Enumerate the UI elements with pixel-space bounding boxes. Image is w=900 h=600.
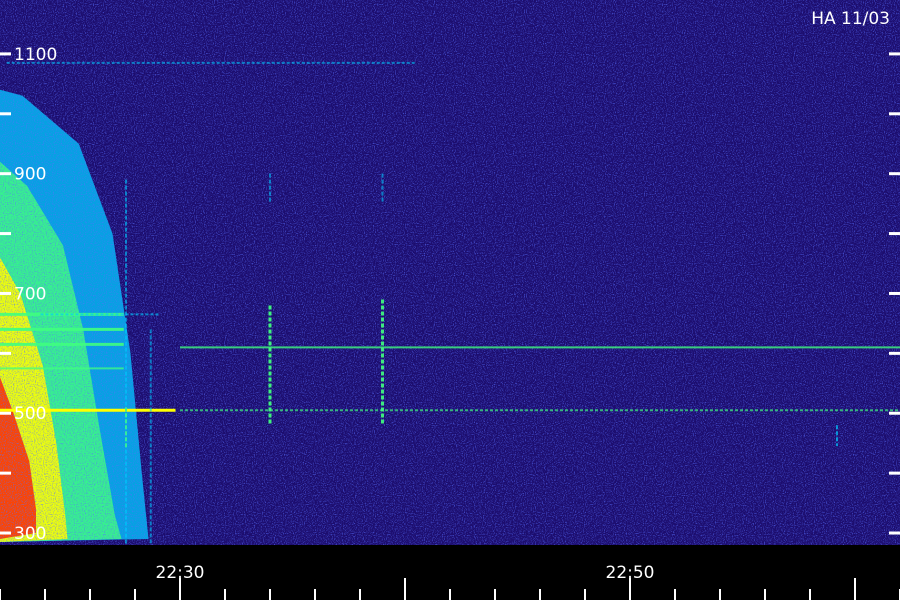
y-tick-right-700 [889,291,900,295]
x-tick-32 [224,589,226,600]
x-tick-54 [719,589,721,600]
y-tick-right-1100 [889,52,900,56]
noise-texture [0,0,900,545]
x-tick-label-50: 22:50 [606,563,655,583]
x-tick-40 [404,578,406,600]
y-tick-left-300 [0,531,11,535]
y-tick-left-1100 [0,52,11,56]
y-tick-right-800 [889,232,900,236]
x-tick-label-30: 22:30 [156,563,205,583]
y-tick-label-700: 700 [14,284,46,304]
x-tick-36 [314,589,316,600]
spectrogram-chart: 1100900700500300 22:1022:3022:50 HA 11/0… [0,0,900,600]
y-tick-label-500: 500 [14,404,46,424]
chart-title: HA 11/03 [811,9,890,29]
y-tick-right-400 [889,471,900,475]
y-tick-right-1000 [889,112,900,116]
y-tick-right-500 [889,411,900,415]
y-tick-left-800 [0,232,11,236]
x-tick-24 [44,589,46,600]
x-tick-60 [854,578,856,600]
y-tick-right-600 [889,351,900,355]
y-tick-left-500 [0,411,11,415]
x-tick-38 [359,589,361,600]
x-tick-46 [539,589,541,600]
x-tick-56 [764,589,766,600]
y-tick-label-900: 900 [14,165,46,185]
spectrogram-view: 1100900700500300 22:1022:3022:50 HA 11/0… [0,0,900,600]
x-tick-44 [494,589,496,600]
y-tick-label-1100: 1100 [14,45,57,65]
x-tick-42 [449,589,451,600]
x-tick-34 [269,589,271,600]
y-tick-left-700 [0,291,11,295]
y-tick-right-300 [889,531,900,535]
y-tick-left-900 [0,172,11,176]
y-tick-left-1000 [0,112,11,116]
y-tick-left-400 [0,471,11,475]
y-tick-label-300: 300 [14,524,46,544]
x-tick-26 [89,589,91,600]
x-tick-28 [134,589,136,600]
x-tick-58 [809,589,811,600]
y-tick-right-900 [889,172,900,176]
x-tick-22 [0,589,1,600]
x-tick-48 [584,589,586,600]
y-tick-left-600 [0,351,11,355]
x-tick-52 [674,589,676,600]
